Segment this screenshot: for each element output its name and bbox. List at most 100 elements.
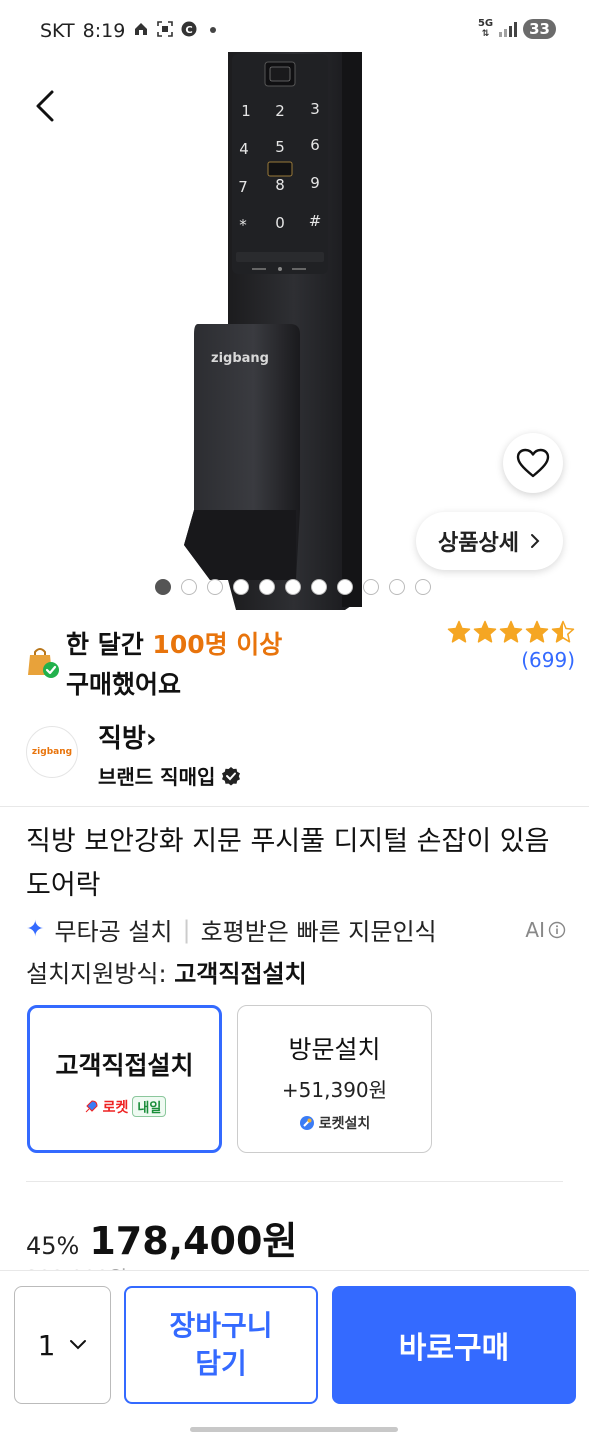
product-brand-text: zigbang: [211, 351, 269, 366]
status-right: 5G ⇅ 33: [478, 19, 556, 39]
carousel-dot[interactable]: [155, 579, 171, 595]
carousel-dot[interactable]: [207, 579, 223, 595]
purchase-line2: 구매했어요: [66, 670, 182, 699]
carousel-dot[interactable]: [259, 579, 275, 595]
seller-subtitle-text: 브랜드 직매입: [98, 765, 216, 789]
keypad-key: 8: [275, 176, 285, 194]
purchase-line1-highlight: 100명 이상: [152, 630, 283, 659]
keypad-key: 7: [238, 178, 248, 196]
option-badge-label: 로켓설치: [318, 1116, 371, 1132]
c-icon: C: [181, 21, 197, 41]
carousel-dot[interactable]: [363, 579, 379, 595]
dot-icon: [205, 21, 221, 41]
purchase-count-text: 한 달간 100명 이상 구매했어요: [66, 625, 282, 705]
install-method: 설치지원방식: 고객직접설치: [26, 954, 307, 989]
info-icon: [548, 921, 566, 938]
back-button[interactable]: [28, 86, 64, 126]
option-self-install[interactable]: 고객직접설치 로켓 내일: [27, 1005, 222, 1153]
sale-price: 178,400원: [89, 1219, 298, 1263]
carousel-dot[interactable]: [181, 579, 197, 595]
buy-now-button[interactable]: 바로구매: [332, 1286, 576, 1404]
network-label: 5G: [477, 18, 494, 29]
sparkle-icon: ✦: [26, 917, 45, 942]
keypad-key: 5: [275, 138, 285, 156]
star-icon: [525, 620, 549, 643]
rocket-icon: [85, 1099, 98, 1112]
seller-name-link[interactable]: 직방›: [98, 718, 157, 755]
carousel-dot[interactable]: [233, 579, 249, 595]
svg-text:C: C: [186, 25, 193, 36]
network-badge: 5G ⇅: [477, 18, 494, 40]
home-icon: [133, 21, 149, 41]
option-badge-label: 로켓: [102, 1099, 129, 1116]
rocket-install-badge: 로켓설치: [238, 1113, 431, 1133]
carousel-dot[interactable]: [389, 579, 405, 595]
keypad-key: 3: [310, 100, 320, 118]
chevron-down-icon: [70, 1340, 87, 1350]
carousel-dot[interactable]: [415, 579, 431, 595]
option-price: +51,390원: [281, 1078, 388, 1102]
scan-icon: [157, 21, 174, 41]
chevron-left-icon: [36, 90, 54, 122]
ai-info-badge[interactable]: AI: [525, 918, 566, 942]
install-method-value: 고객직접설치: [174, 960, 307, 988]
seller-name: 직방: [98, 724, 146, 754]
divider: [0, 806, 589, 807]
carousel-dot[interactable]: [311, 579, 327, 595]
home-indicator[interactable]: [190, 1427, 398, 1432]
keypad-key: *: [239, 216, 247, 234]
option-visit-install[interactable]: 방문설치 +51,390원 로켓설치: [237, 1005, 432, 1153]
carousel-dot[interactable]: [285, 579, 301, 595]
product-detail-label: 상품상세: [438, 531, 519, 556]
cart-label-line2: 담기: [195, 1347, 247, 1380]
verified-badge-icon: [222, 766, 241, 785]
keypad-key: 4: [239, 140, 249, 158]
keypad-key: 9: [310, 174, 320, 192]
review-count[interactable]: (699): [447, 648, 575, 672]
rating-summary[interactable]: (699): [447, 620, 575, 672]
star-icon: [447, 620, 471, 643]
shopping-bag-icon: [28, 648, 59, 678]
option-title: 고객직접설치: [55, 1051, 194, 1080]
product-highlights: ✦ 무타공 설치 | 호평받은 빠른 지문인식 AI: [26, 912, 566, 947]
buy-button-label: 바로구매: [398, 1331, 510, 1366]
keypad-key: #: [309, 212, 322, 230]
chevron-right-icon: [530, 534, 540, 548]
carousel-dot[interactable]: [337, 579, 353, 595]
battery-badge: 33: [523, 19, 556, 39]
star-rating: [447, 620, 575, 644]
cart-label-line1: 장바구니: [169, 1309, 273, 1342]
price-row: 45% 178,400원: [26, 1210, 297, 1265]
option-title: 방문설치: [288, 1035, 381, 1064]
purchase-line1-prefix: 한 달간: [66, 630, 153, 659]
quantity-value: 1: [37, 1328, 56, 1362]
discount-rate: 45%: [26, 1232, 80, 1260]
seller-subtitle: 브랜드 직매입: [98, 761, 241, 790]
seller-logo[interactable]: zigbang: [26, 726, 78, 778]
seller-arrow: ›: [145, 724, 157, 754]
ai-label: AI: [525, 917, 545, 942]
install-method-label: 설치지원방식:: [26, 960, 175, 988]
wrench-icon: [299, 1116, 314, 1130]
highlight-item: 호평받은 빠른 지문인식: [200, 918, 437, 946]
highlight-item: 무타공 설치: [54, 918, 173, 946]
rocket-delivery-badge: 로켓 내일: [30, 1096, 219, 1117]
keypad-key: 0: [275, 214, 285, 232]
star-icon: [551, 620, 575, 643]
divider: [26, 1181, 563, 1182]
carousel-dots: [155, 579, 431, 595]
quantity-selector[interactable]: 1: [14, 1286, 111, 1404]
star-icon: [473, 620, 497, 643]
purchase-count-banner: 한 달간 100명 이상 구매했어요: [24, 625, 344, 705]
tomorrow-badge: 내일: [132, 1096, 167, 1117]
status-left: SKT 8:19 C: [40, 20, 221, 42]
add-to-cart-button[interactable]: 장바구니 담기: [124, 1286, 318, 1404]
wishlist-button[interactable]: [503, 433, 563, 493]
bottom-action-bar: 1 장바구니 담기 바로구매: [0, 1270, 589, 1440]
cart-button-label: 장바구니 담기: [169, 1307, 272, 1383]
heart-icon: [516, 448, 550, 478]
keypad-key: 1: [241, 102, 251, 120]
product-detail-button[interactable]: 상품상세: [416, 512, 563, 570]
carrier-label: SKT: [40, 20, 75, 42]
highlight-separator: |: [182, 915, 191, 944]
